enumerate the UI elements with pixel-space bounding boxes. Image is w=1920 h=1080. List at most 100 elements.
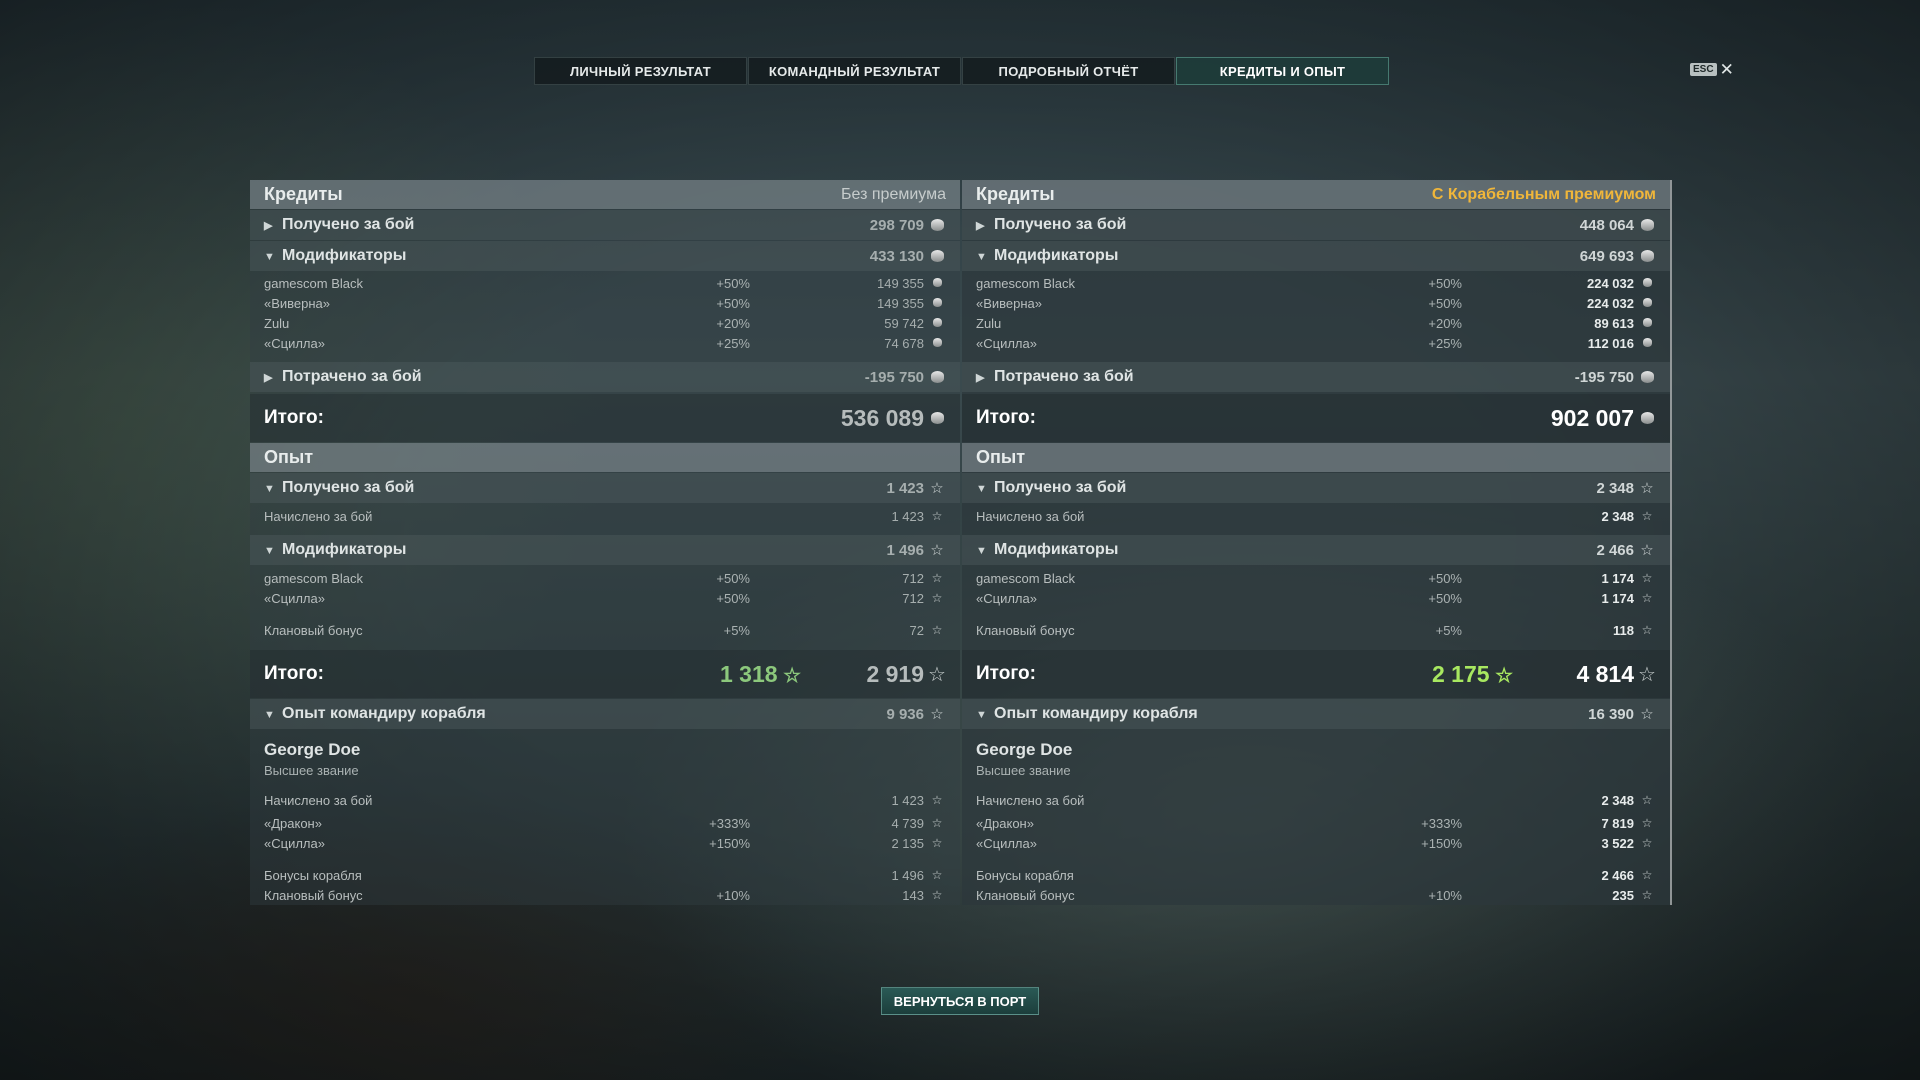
ship-bonus-value: 2 466 [1601,867,1634,883]
xp-star-icon: ☆ [931,623,943,637]
modifier-value: 3 522 [1601,835,1634,851]
modifier-row: Zulu +20% 59 742 [250,313,960,333]
credits-spent-row[interactable]: ▶ Потрачено за бой -195 750 [962,362,1670,392]
credit-coin-icon [928,216,946,234]
modifier-value: 1 174 [1601,590,1634,606]
credits-spent-value: -195 750 [864,368,924,386]
credit-coin-icon [1638,314,1656,332]
modifier-name: Zulu [976,315,1002,331]
modifier-value: 712 [902,570,924,586]
free-xp-total-value: 2 175 [1432,660,1490,687]
commander-name-row: George Doe [250,739,960,761]
xp-title: Опыт [264,447,314,467]
panel-with-premium: Кредиты С Корабельным премиумом ▶ Получен… [962,180,1672,905]
modifier-value: 712 [902,590,924,606]
xp-clan-bonus-label: Клановый бонус [264,622,363,638]
credit-coin-icon [1638,409,1656,427]
esc-key-hint: ESC [1690,63,1717,76]
commander-xp-row[interactable]: ▼ Опыт командиру корабля 16 390 ☆ [962,699,1670,729]
modifier-pct: +25% [1428,335,1462,351]
xp-star-icon: ☆ [930,480,944,497]
credit-coin-icon [928,274,946,292]
credits-total-label: Итого: [264,407,324,428]
collapse-arrow-icon: ▼ [976,251,987,263]
expand-arrow-icon: ▶ [976,372,985,384]
modifier-name: «Виверна» [264,295,331,311]
xp-earned-row[interactable]: ▼ Получено за бой 2 348 ☆ [962,473,1670,503]
close-button[interactable]: ESC ✕ [1690,61,1734,78]
credits-spent-label: Потрачено за бой [282,368,422,385]
modifier-row: «Виверна» +50% 149 355 [250,293,960,313]
credits-header: Кредиты С Корабельным премиумом [962,180,1670,209]
credits-earned-value: 298 709 [869,216,924,234]
xp-star-icon: ☆ [1641,816,1653,830]
xp-accrued-value: 1 423 [891,508,924,524]
credits-modifiers-label: Модификаторы [994,247,1119,264]
free-xp-star-icon: ☆ [777,664,802,687]
free-xp-total-value: 1 318 [720,660,778,687]
xp-star-icon: ☆ [1641,509,1653,523]
xp-clan-bonus-pct: +5% [1435,622,1462,638]
commander-rank: Высшее звание [976,762,1071,778]
credits-spent-row[interactable]: ▶ Потрачено за бой -195 750 [250,362,960,392]
commander-xp-value: 16 390 [1588,705,1634,723]
modifier-row: «Сцилла» +150% 2 135 ☆ [250,833,960,853]
commander-xp-row[interactable]: ▼ Опыт командиру корабля 9 936 ☆ [250,699,960,729]
close-icon: ✕ [1719,60,1734,79]
credit-coin-icon [1638,216,1656,234]
commander-accrued-label: Начислено за бой [976,792,1085,808]
free-xp-total: 2 175 ☆ [1432,661,1513,688]
modifier-value: 112 016 [1587,335,1634,351]
xp-star-icon: ☆ [1641,836,1653,850]
credit-coin-icon [928,314,946,332]
commander-rank-row: Высшее звание [962,760,1670,780]
modifier-name: gamescom Black [976,570,1075,586]
credits-earned-row[interactable]: ▶ Получено за бой 298 709 [250,210,960,240]
credits-earned-label: Получено за бой [994,216,1127,233]
modifier-pct: +50% [1428,590,1462,606]
credits-modifiers-row[interactable]: ▼ Модификаторы 433 130 [250,241,960,271]
modifier-value: 1 174 [1601,570,1634,586]
commander-accrued-row: Начислено за бой 1 423 ☆ [250,790,960,810]
xp-clan-bonus-row: Клановый бонус +5% 118 ☆ [962,620,1670,640]
xp-earned-row[interactable]: ▼ Получено за бой 1 423 ☆ [250,473,960,503]
modifier-value: 2 135 [891,835,924,851]
xp-star-icon: ☆ [1641,591,1653,605]
credit-coin-icon [928,334,946,352]
xp-star-icon: ☆ [1641,571,1653,585]
tab-team-result[interactable]: КОМАНДНЫЙ РЕЗУЛЬТАТ [748,57,961,85]
modifier-name: «Виверна» [976,295,1043,311]
credit-coin-icon [1638,368,1656,386]
xp-total-row: Итого: 1 318 ☆ 2 919 ☆ [250,650,960,698]
free-xp-star-icon: ☆ [1489,664,1514,687]
collapse-arrow-icon: ▼ [264,709,275,721]
xp-star-icon: ☆ [1640,542,1654,559]
modifier-row: «Сцилла» +50% 1 174 ☆ [962,588,1670,608]
modifier-row: «Сцилла» +150% 3 522 ☆ [962,833,1670,853]
xp-total-row: Итого: 2 175 ☆ 4 814 ☆ [962,650,1670,698]
modifier-name: «Сцилла» [264,590,325,606]
xp-modifiers-value: 2 466 [1596,541,1634,559]
xp-modifiers-row[interactable]: ▼ Модификаторы 1 496 ☆ [250,535,960,565]
modifier-pct: +25% [716,335,750,351]
modifier-pct: +150% [1421,835,1462,851]
commander-clan-bonus-row: Клановый бонус +10% 143 ☆ [250,885,960,905]
panel-without-premium: Кредиты Без премиума ▶ Получено за бой 29… [250,180,960,905]
credits-earned-row[interactable]: ▶ Получено за бой 448 064 [962,210,1670,240]
tab-credits-and-xp[interactable]: КРЕДИТЫ И ОПЫТ [1176,57,1389,85]
modifier-pct: +333% [709,815,750,831]
tab-personal-result[interactable]: ЛИЧНЫЙ РЕЗУЛЬТАТ [534,57,747,85]
credits-total-value: 536 089 [840,404,924,431]
collapse-arrow-icon: ▼ [264,483,275,495]
commander-rank: Высшее звание [264,762,359,778]
xp-accrued-value: 2 348 [1601,508,1634,524]
return-to-port-button[interactable]: ВЕРНУТЬСЯ В ПОРТ [881,987,1039,1015]
commander-xp-label: Опыт командиру корабля [994,705,1198,722]
commander-clan-bonus-label: Клановый бонус [976,887,1075,903]
tab-detailed-report[interactable]: ПОДРОБНЫЙ ОТЧЁТ [962,57,1175,85]
credits-modifiers-row[interactable]: ▼ Модификаторы 649 693 [962,241,1670,271]
xp-earned-label: Получено за бой [994,479,1127,496]
xp-modifiers-row[interactable]: ▼ Модификаторы 2 466 ☆ [962,535,1670,565]
modifier-row: gamescom Black +50% 1 174 ☆ [962,568,1670,588]
modifier-name: gamescom Black [264,275,363,291]
